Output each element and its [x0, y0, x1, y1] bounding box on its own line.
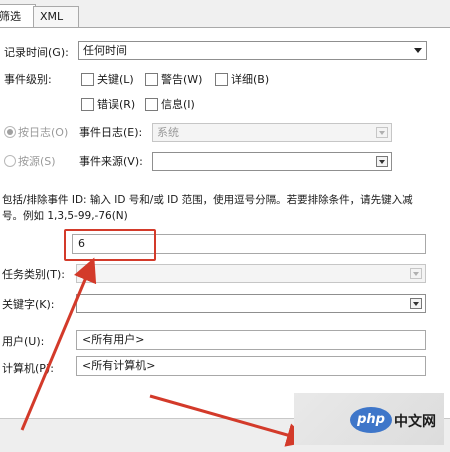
annotation-arrows [20, 257, 311, 447]
arrow-to-event-id [20, 257, 97, 431]
watermark-logo: php [350, 407, 392, 433]
watermark: php 中文网 [294, 393, 444, 445]
watermark-site: 中文网 [394, 414, 436, 430]
arrow-to-footer [149, 394, 311, 447]
